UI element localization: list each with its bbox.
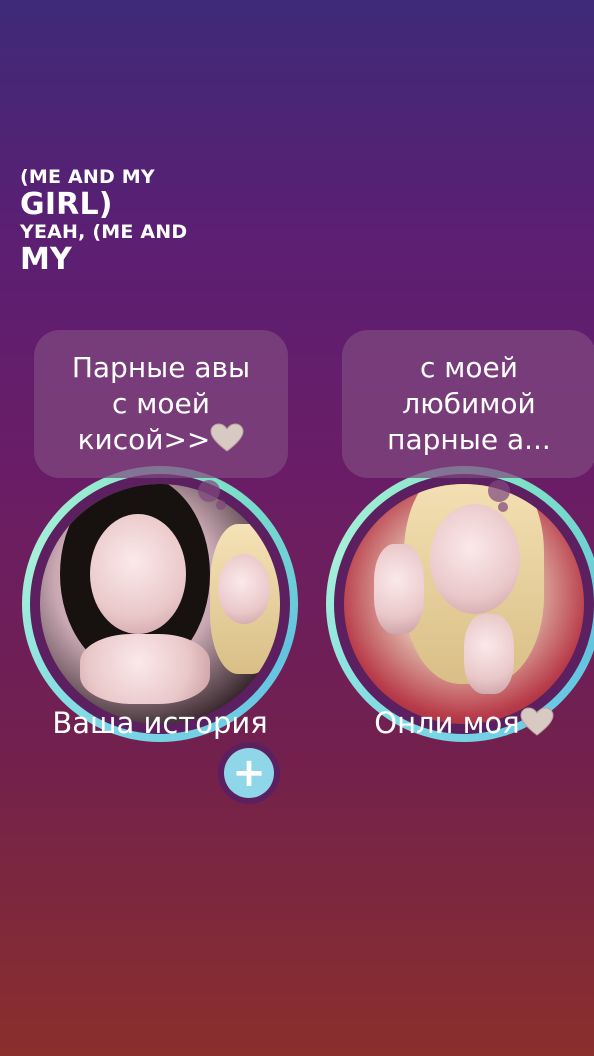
lyric-line: GIRL) (20, 186, 113, 222)
story-label-text: Онли моя (374, 706, 520, 740)
lyric-line: MY (20, 242, 72, 278)
story-label: Онли моя (326, 706, 594, 740)
story-note-bubble[interactable]: Парные авы с моей кисой>> (34, 330, 288, 478)
story-note-bubble[interactable]: с моей любимой парные а... (342, 330, 594, 478)
story-ring[interactable]: + (22, 466, 298, 804)
story-ring[interactable] (326, 466, 594, 742)
lyric-line: YEAH, (ME AND (20, 221, 188, 244)
lyric-line: (ME AND MY (20, 166, 155, 188)
plus-icon: + (224, 748, 274, 798)
white-heart-emoji-icon (520, 707, 554, 737)
avatar[interactable] (40, 484, 280, 724)
white-heart-emoji-icon (210, 423, 244, 453)
avatar[interactable] (344, 484, 584, 724)
story-note-text: с моей любимой парные а... (387, 351, 551, 456)
song-lyrics-overlay: (ME AND MY GIRL) YEAH, (ME AND MY (20, 166, 188, 279)
add-story-button[interactable]: + (218, 742, 280, 804)
story-label: Ваша история (52, 706, 268, 740)
